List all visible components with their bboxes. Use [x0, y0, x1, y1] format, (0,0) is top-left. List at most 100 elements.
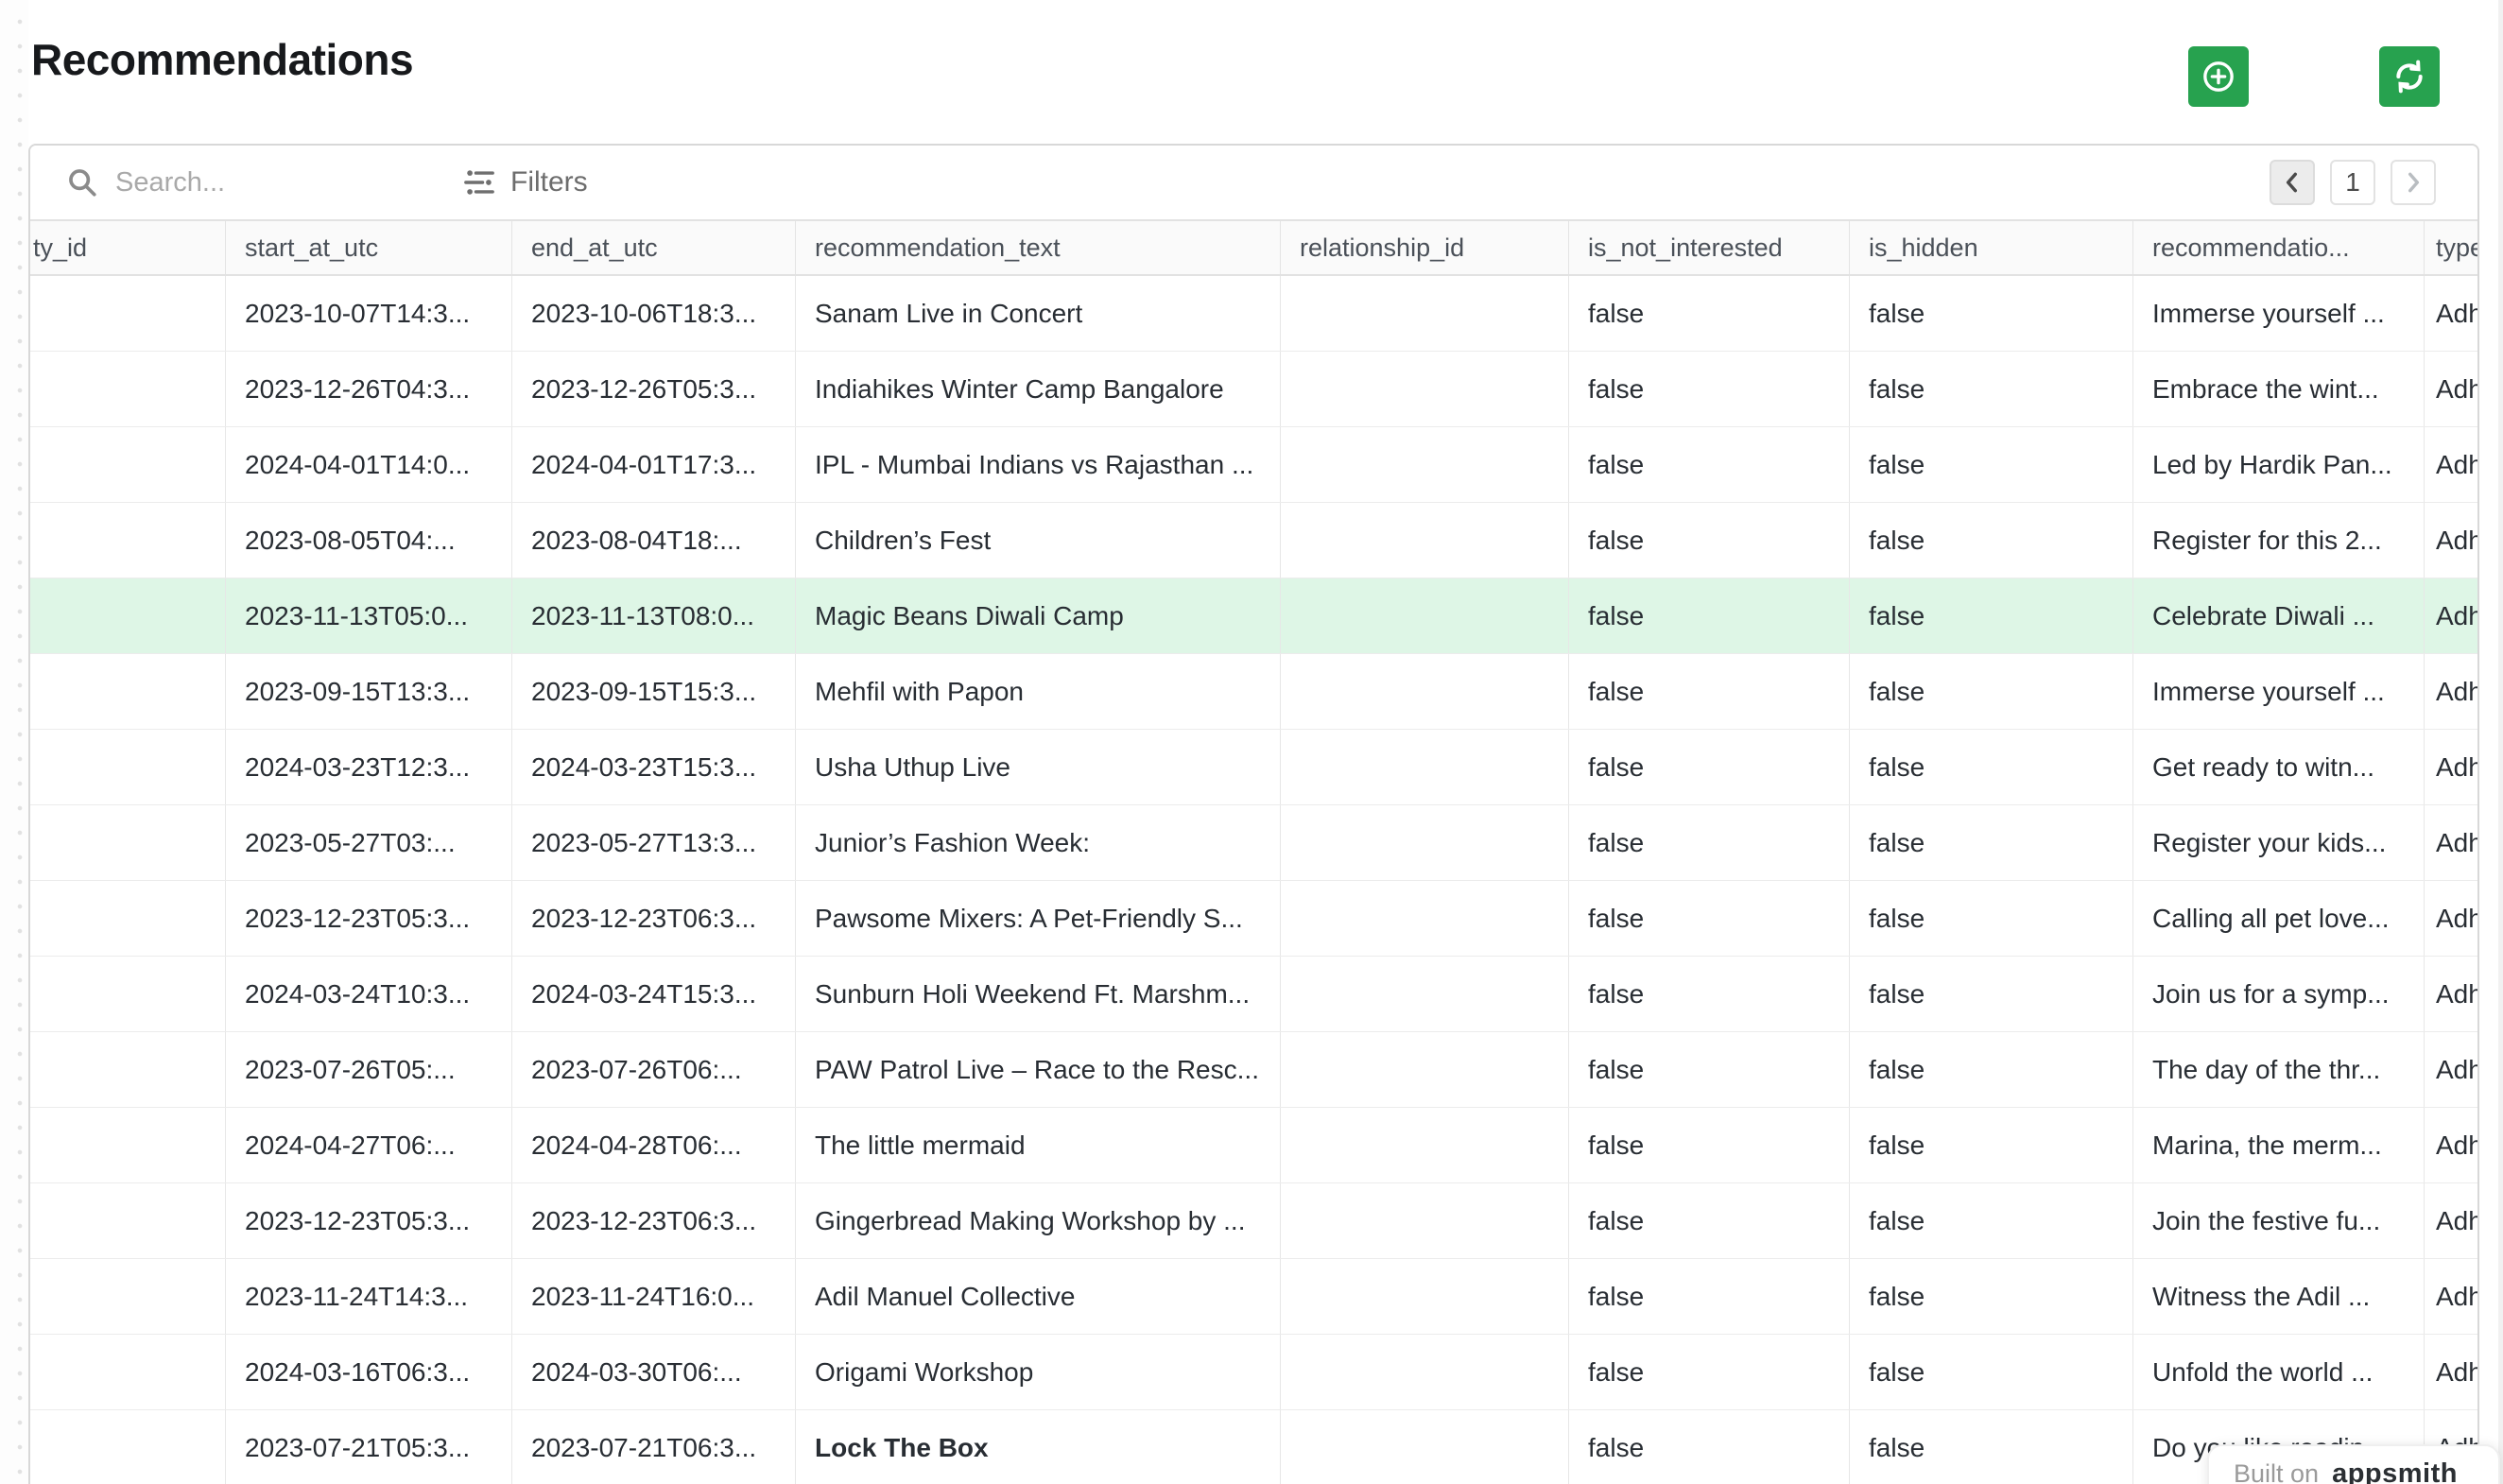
table-row[interactable]: 2024-04-27T06:...2024-04-28T06:...The li… — [30, 1108, 2477, 1183]
cell-type: Adh — [2425, 352, 2479, 426]
cell-recommendatio: Join the festive fu... — [2133, 1183, 2425, 1258]
canvas-left-gutter — [0, 0, 28, 1484]
pagination-prev-button[interactable] — [2270, 160, 2315, 205]
column-header-end_at_utc[interactable]: end_at_utc — [512, 221, 796, 274]
cell-end_at_utc: 2023-11-13T08:0... — [512, 578, 796, 653]
table-row[interactable]: 2023-11-24T14:3...2023-11-24T16:0...Adil… — [30, 1259, 2477, 1335]
table-row[interactable]: 2023-08-05T04:...2023-08-04T18:...Childr… — [30, 503, 2477, 578]
cell-relationship_id — [1281, 276, 1569, 351]
cell-recommendation_text: IPL - Mumbai Indians vs Rajasthan ... — [796, 427, 1281, 502]
column-header-recommendatio[interactable]: recommendatio... — [2133, 221, 2425, 274]
cell-is_not_interested: false — [1569, 1108, 1850, 1182]
cell-start_at_utc: 2024-03-24T10:3... — [226, 957, 512, 1031]
cell-is_not_interested: false — [1569, 1259, 1850, 1334]
cell-recommendation_text: PAW Patrol Live – Race to the Resc... — [796, 1032, 1281, 1107]
filters-button[interactable]: Filters — [463, 166, 588, 198]
cell-relationship_id — [1281, 654, 1569, 729]
cell-ty_id — [30, 881, 226, 956]
table-row[interactable]: 2023-12-23T05:3...2023-12-23T06:3...Paws… — [30, 881, 2477, 957]
table-row[interactable]: 2024-03-16T06:3...2024-03-30T06:...Origa… — [30, 1335, 2477, 1410]
cell-type: Adh — [2425, 427, 2479, 502]
cell-start_at_utc: 2023-11-13T05:0... — [226, 578, 512, 653]
cell-ty_id — [30, 503, 226, 578]
table-row[interactable]: 2024-03-24T10:3...2024-03-24T15:3...Sunb… — [30, 957, 2477, 1032]
cell-end_at_utc: 2023-12-26T05:3... — [512, 352, 796, 426]
cell-is_not_interested: false — [1569, 1335, 1850, 1409]
cell-end_at_utc: 2024-03-23T15:3... — [512, 730, 796, 804]
cell-is_hidden: false — [1850, 1259, 2133, 1334]
cell-is_hidden: false — [1850, 654, 2133, 729]
cell-is_hidden: false — [1850, 503, 2133, 578]
chevron-right-icon — [2401, 170, 2425, 195]
table-row[interactable]: 2024-03-23T12:3...2024-03-23T15:3...Usha… — [30, 730, 2477, 805]
pagination-next-button[interactable] — [2391, 160, 2436, 205]
cell-relationship_id — [1281, 1259, 1569, 1334]
appsmith-badge[interactable]: Built on appsmith_ — [2207, 1444, 2500, 1484]
cell-relationship_id — [1281, 1183, 1569, 1258]
column-header-start_at_utc[interactable]: start_at_utc — [226, 221, 512, 274]
table-body: 2023-10-07T14:3...2023-10-06T18:3...Sana… — [30, 276, 2477, 1484]
cell-start_at_utc: 2024-03-23T12:3... — [226, 730, 512, 804]
cell-relationship_id — [1281, 881, 1569, 956]
cell-end_at_utc: 2024-03-24T15:3... — [512, 957, 796, 1031]
cell-recommendation_text: Adil Manuel Collective — [796, 1259, 1281, 1334]
cell-end_at_utc: 2023-07-21T06:3... — [512, 1410, 796, 1484]
cell-end_at_utc: 2024-04-28T06:... — [512, 1108, 796, 1182]
cell-is_hidden: false — [1850, 730, 2133, 804]
table-row[interactable]: 2023-11-13T05:0...2023-11-13T08:0...Magi… — [30, 578, 2477, 654]
cell-end_at_utc: 2023-07-26T06:... — [512, 1032, 796, 1107]
table-row[interactable]: 2023-07-21T05:3...2023-07-21T06:3...Lock… — [30, 1410, 2477, 1484]
page-title: Recommendations — [31, 34, 413, 85]
cell-is_not_interested: false — [1569, 1032, 1850, 1107]
cell-type: Adh — [2425, 881, 2479, 956]
table-row[interactable]: 2023-12-26T04:3...2023-12-26T05:3...Indi… — [30, 352, 2477, 427]
table-row[interactable]: 2023-10-07T14:3...2023-10-06T18:3...Sana… — [30, 276, 2477, 352]
cell-is_not_interested: false — [1569, 957, 1850, 1031]
cell-end_at_utc: 2023-10-06T18:3... — [512, 276, 796, 351]
cell-type: Adh — [2425, 730, 2479, 804]
cell-start_at_utc: 2023-08-05T04:... — [226, 503, 512, 578]
column-header-recommendation_text[interactable]: recommendation_text — [796, 221, 1281, 274]
cell-is_hidden: false — [1850, 352, 2133, 426]
table-row[interactable]: 2023-07-26T05:...2023-07-26T06:...PAW Pa… — [30, 1032, 2477, 1108]
table-row[interactable]: 2023-05-27T03:...2023-05-27T13:3...Junio… — [30, 805, 2477, 881]
cell-type: Adh — [2425, 1108, 2479, 1182]
canvas-right-gutter — [2498, 0, 2503, 1484]
cell-relationship_id — [1281, 1410, 1569, 1484]
column-header-is_hidden[interactable]: is_hidden — [1850, 221, 2133, 274]
cell-recommendatio: Calling all pet love... — [2133, 881, 2425, 956]
cell-is_not_interested: false — [1569, 578, 1850, 653]
column-header-is_not_interested[interactable]: is_not_interested — [1569, 221, 1850, 274]
table-row[interactable]: 2023-09-15T13:3...2023-09-15T15:3...Mehf… — [30, 654, 2477, 730]
table-row[interactable]: 2023-12-23T05:3...2023-12-23T06:3...Ging… — [30, 1183, 2477, 1259]
cell-ty_id — [30, 276, 226, 351]
cell-recommendatio: Join us for a symp... — [2133, 957, 2425, 1031]
cell-recommendatio: Celebrate Diwali ... — [2133, 578, 2425, 653]
refresh-button[interactable] — [2379, 46, 2440, 107]
cell-relationship_id — [1281, 957, 1569, 1031]
table-row[interactable]: 2024-04-01T14:0...2024-04-01T17:3...IPL … — [30, 427, 2477, 503]
page-number-input[interactable] — [2330, 160, 2375, 205]
column-header-ty_id[interactable]: ty_id — [30, 221, 226, 274]
cell-relationship_id — [1281, 427, 1569, 502]
cell-relationship_id — [1281, 1108, 1569, 1182]
refresh-icon — [2391, 58, 2428, 95]
cell-ty_id — [30, 578, 226, 653]
cell-recommendatio: Register for this 2... — [2133, 503, 2425, 578]
search-input[interactable] — [115, 167, 399, 198]
cell-ty_id — [30, 1108, 226, 1182]
cell-ty_id — [30, 427, 226, 502]
cell-is_hidden: false — [1850, 1032, 2133, 1107]
cell-recommendation_text: Junior’s Fashion Week: — [796, 805, 1281, 880]
cell-recommendation_text: Pawsome Mixers: A Pet-Friendly S... — [796, 881, 1281, 956]
cell-recommendatio: Get ready to witn... — [2133, 730, 2425, 804]
cell-start_at_utc: 2023-12-26T04:3... — [226, 352, 512, 426]
cell-start_at_utc: 2023-09-15T13:3... — [226, 654, 512, 729]
column-header-type[interactable]: type — [2425, 221, 2479, 274]
search-icon — [66, 166, 98, 198]
cell-recommendatio: Immerse yourself ... — [2133, 276, 2425, 351]
column-header-relationship_id[interactable]: relationship_id — [1281, 221, 1569, 274]
cell-is_hidden: false — [1850, 578, 2133, 653]
add-button[interactable] — [2188, 46, 2249, 107]
cell-recommendatio: The day of the thr... — [2133, 1032, 2425, 1107]
